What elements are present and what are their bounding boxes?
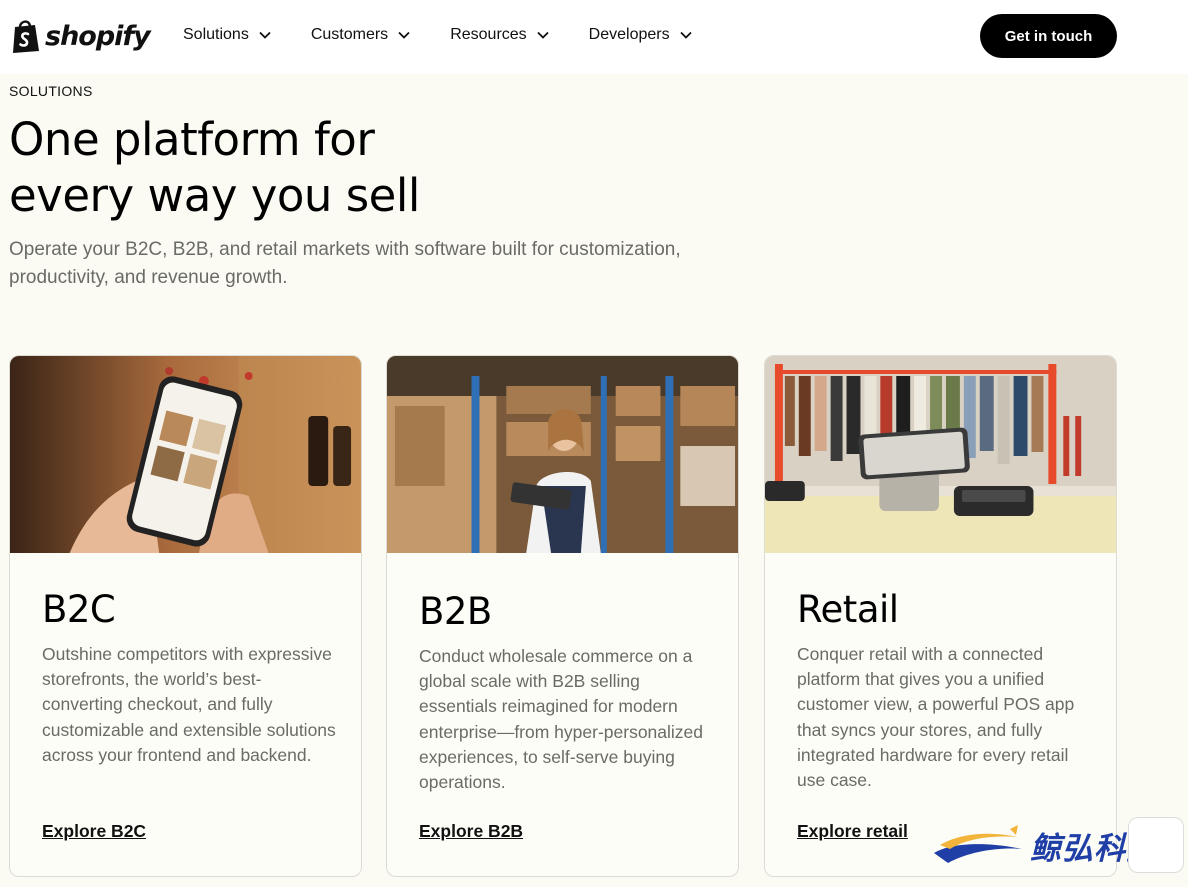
card-title: Retail xyxy=(797,588,899,631)
watermark-badge xyxy=(1128,817,1184,873)
card-description: Conduct wholesale commerce on a global s… xyxy=(419,646,704,793)
watermark: 鲸弘科技 xyxy=(930,815,1184,875)
nav-item-resources[interactable]: Resources xyxy=(450,26,549,44)
chevron-down-icon xyxy=(398,31,410,39)
chevron-down-icon xyxy=(259,31,271,39)
shopify-logo[interactable]: shopify xyxy=(9,18,151,54)
section-eyebrow: SOLUTIONS xyxy=(9,83,93,99)
retail-pos-photo xyxy=(765,356,1116,553)
explore-retail-link[interactable]: Explore retail xyxy=(797,821,908,842)
nav-item-label: Solutions xyxy=(183,26,249,43)
chevron-down-icon xyxy=(679,31,692,39)
solution-card-retail: Retail Conquer retail with a connected p… xyxy=(764,355,1117,877)
explore-b2c-link[interactable]: Explore B2C xyxy=(42,821,146,842)
nav-item-customers[interactable]: Customers xyxy=(311,26,410,44)
page-subheading: Operate your B2C, B2B, and retail market… xyxy=(9,239,681,288)
solution-card-b2c: B2C Outshine competitors with expressive… xyxy=(9,355,362,877)
explore-b2b-link[interactable]: Explore B2B xyxy=(419,821,523,842)
nav-item-label: Customers xyxy=(310,26,389,43)
card-title: B2C xyxy=(42,588,116,631)
phone-shopping-photo xyxy=(10,356,361,553)
shopping-bag-icon xyxy=(13,20,39,53)
page-title-line-1: One platform for xyxy=(9,113,375,166)
whale-logo-icon xyxy=(934,825,1022,863)
get-in-touch-button[interactable]: Get in touch xyxy=(980,14,1117,58)
nav-item-label: Developers xyxy=(588,26,670,43)
page-title: One platform for every way you sell xyxy=(9,112,609,224)
solution-card-b2b: B2B Conduct wholesale commerce on a glob… xyxy=(386,355,739,877)
warehouse-photo xyxy=(387,356,738,553)
main-menu: Solutions Customers Resources Developers xyxy=(183,26,732,44)
nav-item-label: Resources xyxy=(450,26,527,43)
chevron-down-icon xyxy=(537,31,549,39)
card-description: Conquer retail with a connected platform… xyxy=(797,644,1075,791)
logo-wordmark: shopify xyxy=(45,20,151,52)
nav-item-solutions[interactable]: Solutions xyxy=(183,26,271,44)
card-title: B2B xyxy=(419,590,492,633)
top-nav: shopify Solutions Customers Resources De… xyxy=(0,0,1188,74)
nav-item-developers[interactable]: Developers xyxy=(589,26,692,44)
card-description: Outshine competitors with expressive sto… xyxy=(42,644,336,765)
page-title-line-2: every way you sell xyxy=(9,169,420,222)
